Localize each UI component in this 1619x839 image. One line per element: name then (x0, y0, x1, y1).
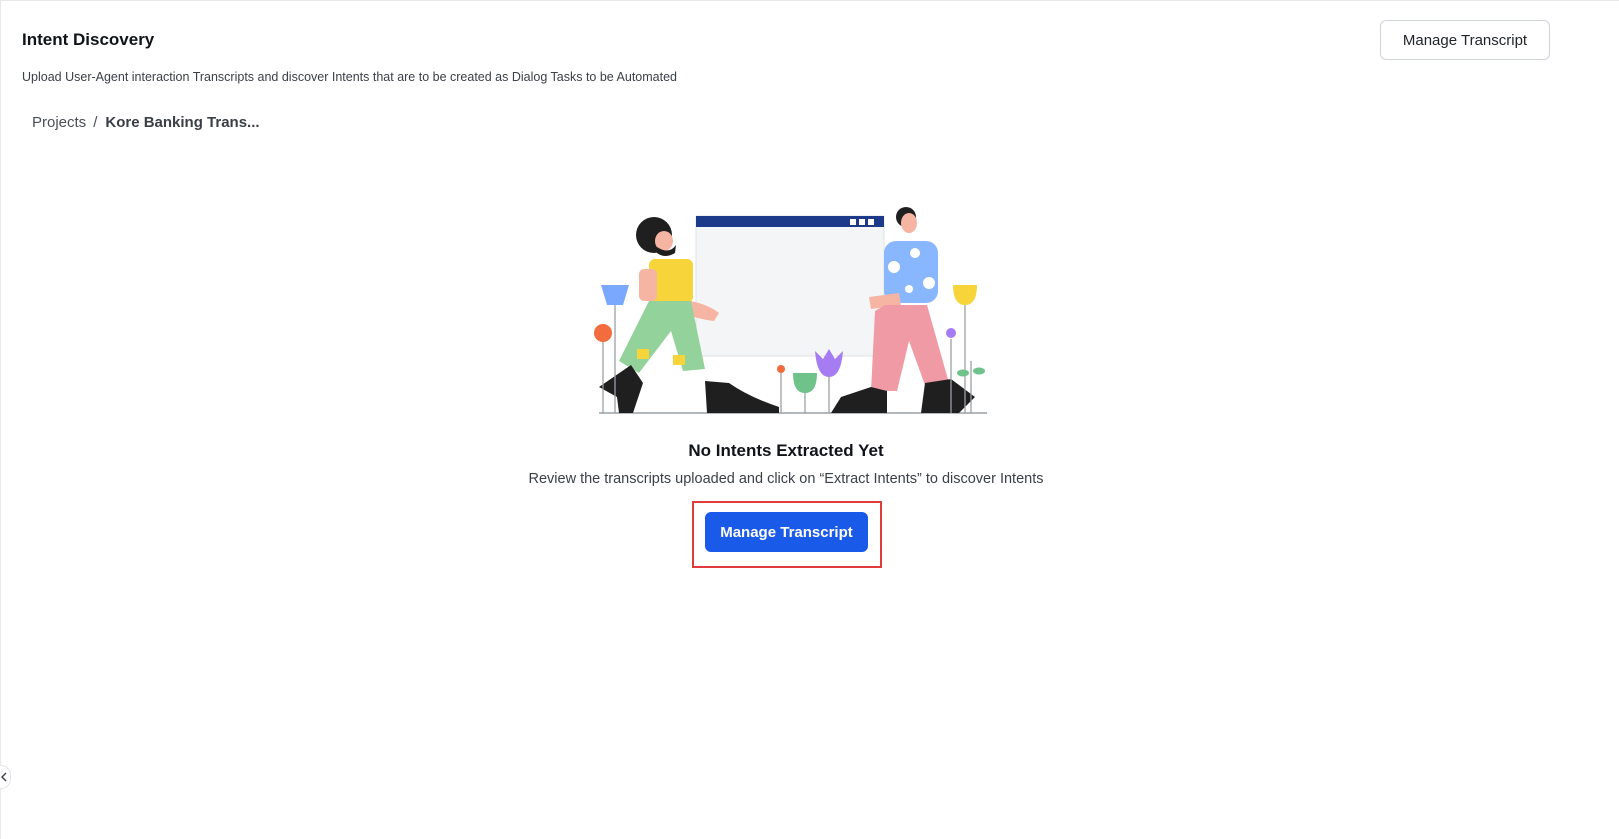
page-title: Intent Discovery (22, 30, 155, 49)
chevron-left-icon (1, 772, 7, 782)
breadcrumb-current-project: Kore Banking Trans... (105, 114, 260, 131)
sidebar-collapse-handle[interactable] (0, 765, 11, 789)
manage-transcript-header-button[interactable]: Manage Transcript (1380, 20, 1550, 60)
empty-state-illustration (594, 207, 987, 414)
empty-state-title: No Intents Extracted Yet (688, 441, 884, 460)
page-subtitle: Upload User-Agent interaction Transcript… (22, 70, 677, 84)
intent-discovery-page: Intent Discovery Upload User-Agent inter… (0, 0, 1619, 839)
manage-transcript-button[interactable]: Manage Transcript (705, 512, 868, 552)
breadcrumb: Projects / Kore Banking Trans... (32, 114, 260, 131)
breadcrumb-projects-link[interactable]: Projects (32, 114, 86, 131)
breadcrumb-separator: / (93, 114, 98, 131)
empty-state-description: Review the transcripts uploaded and clic… (528, 471, 1044, 487)
